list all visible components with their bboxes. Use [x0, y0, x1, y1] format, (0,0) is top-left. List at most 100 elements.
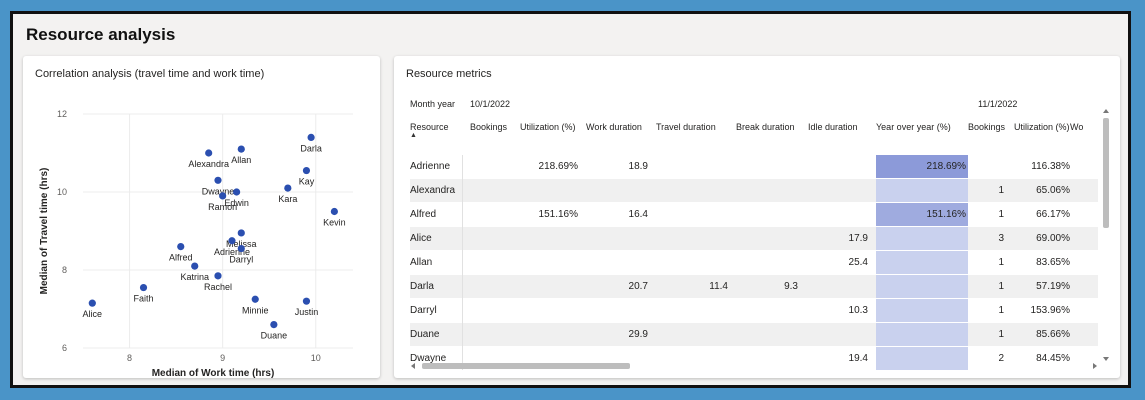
table-cell [518, 275, 578, 298]
table-cell [668, 227, 728, 250]
x-tick-label: 10 [311, 353, 321, 363]
month-header-oct: 10/1/2022 [470, 99, 511, 109]
table-row[interactable]: Alexandra 1 65.06% [410, 179, 1098, 202]
table-cell: 9.3 [784, 281, 798, 292]
scatter-point [302, 166, 311, 175]
table-cell [588, 227, 648, 250]
column-header[interactable]: Work duration [586, 122, 642, 132]
point-label: Alexandra [188, 159, 229, 169]
table-row[interactable]: Duane 29.9 1 85.66% [410, 323, 1098, 346]
table-row[interactable]: Darryl 10.3 1 153.96% [410, 299, 1098, 322]
column-header[interactable]: Break duration [736, 122, 795, 132]
scatter-point [214, 176, 222, 184]
point-label: Alice [83, 309, 103, 319]
table-cell [668, 323, 728, 346]
table-cell [808, 203, 868, 226]
x-tick-label: 9 [220, 353, 225, 363]
scatter-point [237, 145, 245, 153]
column-header[interactable]: Idle duration [808, 122, 858, 132]
column-header[interactable]: Wo [1070, 122, 1083, 132]
table-cell: 11.4 [709, 281, 728, 292]
column-header-resource[interactable]: Resource [410, 122, 449, 132]
table-cell [738, 203, 798, 226]
point-label: Kevin [323, 218, 346, 228]
table-cell: 16.4 [628, 209, 648, 220]
table-cell: 17.9 [848, 233, 868, 244]
scroll-left-icon [411, 363, 415, 369]
table-row[interactable]: Alice 17.9 3 69.00% [410, 227, 1098, 250]
table-cell: 57.19% [1036, 281, 1070, 292]
resource-name-cell: Duane [410, 329, 440, 340]
table-cell: 10.3 [848, 305, 868, 316]
table-cell [588, 251, 648, 274]
table-cell [440, 251, 500, 274]
column-header[interactable]: Utilization (%) [520, 122, 576, 132]
point-label: Darla [300, 143, 322, 153]
sort-up-icon[interactable]: ▲ [410, 132, 417, 139]
point-label: Darryl [229, 255, 253, 265]
table-cell: 66.17% [1036, 209, 1070, 220]
horizontal-scrollbar[interactable] [410, 361, 1098, 371]
table-cell [808, 179, 868, 202]
table-cell: 69.00% [1036, 233, 1070, 244]
table-cell [440, 179, 500, 202]
scatter-point [302, 297, 311, 305]
table-cell: 153.96% [1030, 305, 1070, 316]
column-divider [462, 155, 463, 370]
resource-name-cell: Allan [410, 257, 433, 268]
column-header[interactable]: Utilization (%) [1014, 122, 1070, 132]
scatter-point [214, 272, 222, 280]
table-row[interactable]: Allan 25.4 1 83.65% [410, 251, 1098, 274]
resource-name-cell: Alice [410, 233, 432, 244]
table-cell: 25.4 [848, 257, 868, 268]
table-cell [738, 227, 798, 250]
table-cell: 85.66% [1036, 329, 1070, 340]
scatter-point [88, 299, 96, 307]
y-tick-label: 12 [57, 109, 67, 119]
scatter-point [228, 237, 236, 245]
table-cell: 1 [998, 281, 1004, 292]
table-cell [440, 275, 500, 298]
y-tick-label: 8 [62, 265, 67, 275]
table-cell [518, 299, 578, 322]
table-cell: 20.7 [628, 281, 648, 292]
metrics-card: Resource metrics Month year 10/1/2022 11… [394, 56, 1120, 378]
table-cell [440, 203, 500, 226]
month-header-nov: 11/1/2022 [978, 99, 1018, 109]
table-cell [738, 299, 798, 322]
scatter-point [205, 149, 213, 157]
scatter-point [237, 244, 245, 253]
resource-name-cell: Alfred [410, 209, 437, 220]
table-cell [808, 275, 868, 298]
table-row[interactable]: Darla 20.7 11.4 9.3 1 57.19% [410, 275, 1098, 298]
scatter-point [284, 184, 292, 192]
table-cell: 1 [998, 209, 1004, 220]
column-header[interactable]: Bookings [968, 122, 1005, 132]
scatter-point [270, 321, 278, 329]
column-header[interactable]: Year over year (%) [876, 122, 951, 132]
point-label: Minnie [242, 305, 269, 315]
table-cell [518, 323, 578, 346]
column-header[interactable]: Bookings [470, 122, 507, 132]
column-header[interactable]: Travel duration [656, 122, 716, 132]
month-year-label: Month year [410, 99, 456, 109]
table-cell [668, 251, 728, 274]
table-cell: 218.69% [538, 161, 578, 172]
scatter-point [233, 188, 241, 196]
scroll-up-icon [1103, 109, 1109, 113]
table-cell [808, 323, 868, 346]
correlation-card: Correlation analysis (travel time and wo… [23, 56, 380, 378]
table-cell: 65.06% [1036, 185, 1070, 196]
table-cell [588, 299, 648, 322]
table-row[interactable]: Adrienne 218.69% 18.9 218.69% 116.38% [410, 155, 1098, 178]
vertical-scrollbar[interactable] [1101, 108, 1111, 364]
scatter-point [139, 283, 148, 292]
point-label: Katrina [180, 272, 209, 282]
table-row[interactable]: Alfred 151.16% 16.4 151.16% 1 66.17% [410, 203, 1098, 226]
page-title: Resource analysis [26, 25, 176, 44]
table-cell: 18.9 [628, 161, 648, 172]
table-cell [738, 251, 798, 274]
point-label: Rachel [204, 282, 232, 292]
table-cell: 3 [998, 233, 1004, 244]
scatter-point [237, 229, 245, 237]
